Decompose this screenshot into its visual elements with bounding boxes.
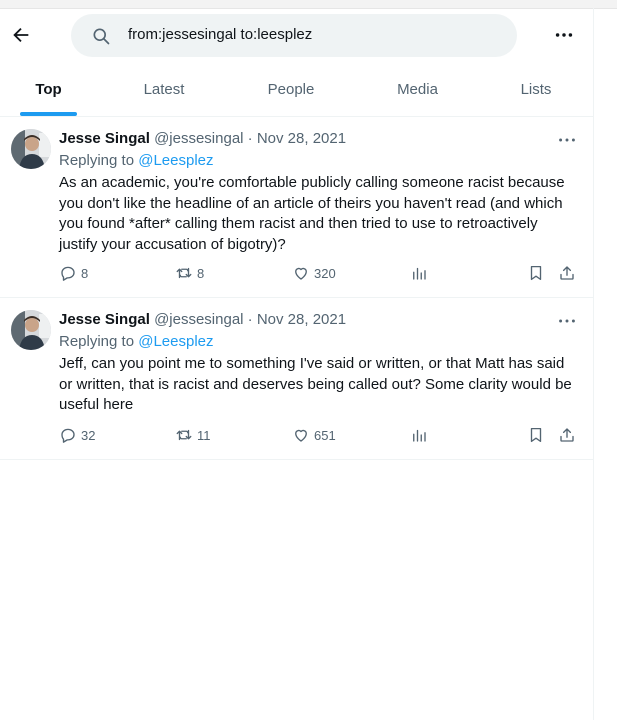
search-header: from:jessesingal to:leesplez [0,8,593,63]
like-button[interactable]: 651 [292,426,336,444]
retweet-button[interactable]: 11 [175,426,211,444]
replying-to-link[interactable]: @Leesplez [138,152,213,169]
reply-button[interactable]: 8 [59,264,88,282]
views-chart-icon [413,429,426,442]
retweet-icon [176,267,192,279]
main-column: from:jessesingal to:leesplez Top Latest … [0,8,593,460]
tweet[interactable]: Jesse Singal @jessesingal · Nov 28, 2021… [0,298,593,460]
more-options-icon[interactable] [553,24,575,46]
tweet-more-icon[interactable] [556,310,578,332]
replying-to: Replying to @Leesplez [59,152,214,169]
tweet-more-icon[interactable] [556,129,578,151]
tab-people[interactable]: People [231,63,351,116]
replying-to-link[interactable]: @Leesplez [138,333,213,350]
replying-to: Replying to @Leesplez [59,333,214,350]
tab-label: Lists [520,81,552,98]
bookmark-icon [530,265,542,281]
views-button[interactable] [410,426,428,444]
tweet-text: Jeff, can you point me to something I've… [59,355,572,413]
heart-icon [295,267,307,280]
author-handle[interactable]: @jessesingal [154,130,243,147]
search-tabs: Top Latest People Media Lists [0,63,593,117]
retweet-count: 11 [197,427,211,443]
views-button[interactable] [410,264,428,282]
tab-label: Latest [143,81,185,98]
tweet-actions: 32 11 651 [59,426,579,448]
active-tab-indicator [20,112,77,116]
like-count: 651 [314,427,336,443]
search-icon [93,28,110,45]
search-input[interactable]: from:jessesingal to:leesplez [128,26,312,43]
heart-icon [295,429,307,442]
tweet-actions: 8 8 320 [59,264,579,286]
column-divider [593,8,594,720]
tweet-text: As an academic, you're comfortable publi… [59,174,565,253]
bookmark-button[interactable] [527,426,545,444]
like-button[interactable]: 320 [292,264,336,282]
tab-label: Media [397,81,438,98]
replying-label: Replying to [59,152,135,169]
tab-label: People [267,81,315,98]
author-name[interactable]: Jesse Singal [59,130,150,147]
retweet-count: 8 [197,265,205,281]
tab-label: Top [35,81,62,98]
reply-icon [61,428,75,443]
author-name[interactable]: Jesse Singal [59,311,150,328]
back-arrow-icon[interactable] [10,24,32,46]
bookmark-button[interactable] [527,264,545,282]
tab-latest[interactable]: Latest [97,63,231,116]
like-count: 320 [314,265,336,281]
avatar[interactable] [11,129,51,169]
tab-media[interactable]: Media [351,63,484,116]
tab-lists[interactable]: Lists [484,63,588,116]
avatar-image [11,310,51,350]
replying-label: Replying to [59,333,135,350]
tweet[interactable]: Jesse Singal @jessesingal · Nov 28, 2021… [0,117,593,298]
share-button[interactable] [558,426,576,444]
retweet-button[interactable]: 8 [175,264,204,282]
reply-count: 32 [81,427,96,443]
author-handle[interactable]: @jessesingal [154,311,243,328]
avatar[interactable] [11,310,51,350]
tab-top[interactable]: Top [0,63,97,116]
search-bar[interactable]: from:jessesingal to:leesplez [71,14,517,57]
avatar-image [11,129,51,169]
tweet-date[interactable]: Nov 28, 2021 [257,311,346,328]
reply-button[interactable]: 32 [59,426,95,444]
reply-count: 8 [81,265,89,281]
share-icon [560,428,574,442]
reply-icon [61,266,75,281]
tweet-header: Jesse Singal @jessesingal · Nov 28, 2021 [59,311,346,328]
retweet-icon [176,429,192,441]
share-icon [560,266,574,280]
share-button[interactable] [558,264,576,282]
separator-dot: · [247,311,253,328]
separator-dot: · [247,130,253,147]
tweet-date[interactable]: Nov 28, 2021 [257,130,346,147]
views-chart-icon [413,267,426,280]
tweet-header: Jesse Singal @jessesingal · Nov 28, 2021 [59,130,346,147]
bookmark-icon [530,427,542,443]
